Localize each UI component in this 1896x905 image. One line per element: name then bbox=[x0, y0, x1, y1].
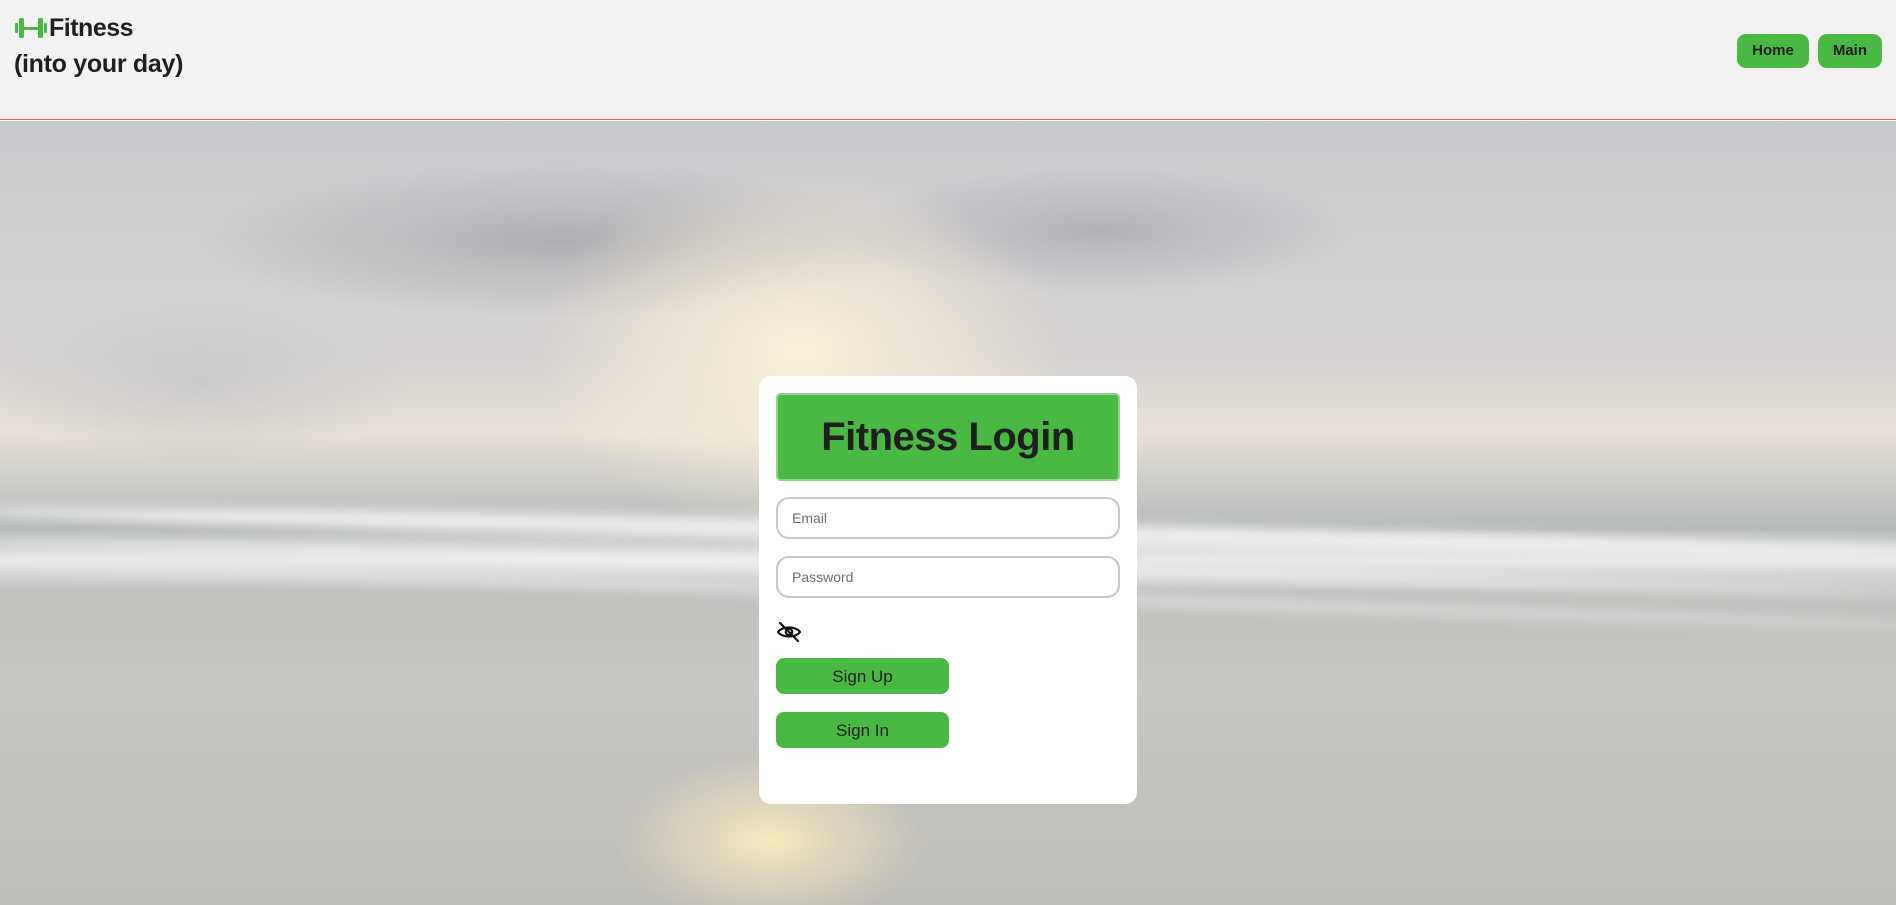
email-field[interactable] bbox=[776, 497, 1120, 539]
dumbbell-icon bbox=[14, 16, 48, 40]
home-button[interactable]: Home bbox=[1737, 34, 1809, 68]
password-field[interactable] bbox=[776, 556, 1120, 598]
sign-in-button[interactable]: Sign In bbox=[776, 712, 949, 748]
main-button[interactable]: Main bbox=[1817, 34, 1882, 68]
eye-slash-icon[interactable] bbox=[776, 619, 802, 645]
brand: Fitness (into your day) bbox=[14, 12, 183, 79]
login-header: Fitness Login bbox=[776, 393, 1120, 481]
brand-row: Fitness bbox=[14, 12, 183, 44]
brand-tagline: (into your day) bbox=[14, 50, 184, 78]
sign-up-button[interactable]: Sign Up bbox=[776, 658, 949, 694]
login-title: Fitness Login bbox=[821, 414, 1075, 459]
brand-name: Fitness bbox=[49, 13, 134, 42]
top-nav: Home Main bbox=[1737, 34, 1882, 68]
top-header: Fitness (into your day) Home Main bbox=[0, 0, 1896, 120]
login-card: Fitness Login Sign Up Sign In bbox=[759, 376, 1137, 804]
